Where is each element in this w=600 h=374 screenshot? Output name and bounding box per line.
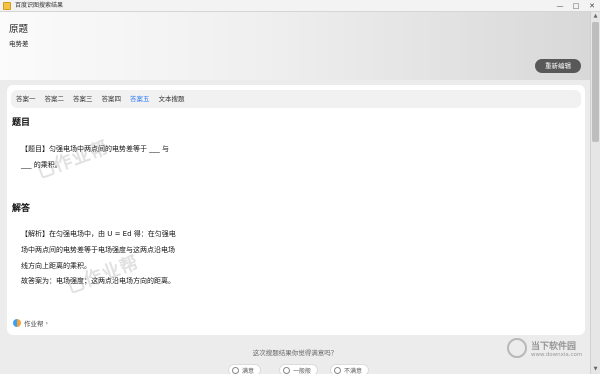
answer-line-2: 场中两点间的电势差等于电场强度与这两点沿电场 xyxy=(21,246,175,254)
answer-tabbar: 答案一 答案二 答案三 答案四 答案五 文本搜题 xyxy=(11,90,581,108)
answer-line-1: 【解析】在匀强电场中，由 U = Ed 得：在匀强电 xyxy=(21,230,176,238)
scroll-up-arrow-icon[interactable]: ▲ xyxy=(591,12,600,21)
window-titlebar: 百度识图搜索结果 — □ ✕ xyxy=(0,0,600,12)
chevron-right-icon: › xyxy=(45,319,49,327)
tab-answer-2[interactable]: 答案二 xyxy=(45,90,65,108)
sad-face-icon xyxy=(334,366,341,374)
window-controls: — □ ✕ xyxy=(552,0,600,12)
downxia-logo-icon xyxy=(507,338,527,358)
smile-face-icon xyxy=(232,366,239,374)
question-heading: 题目 xyxy=(12,118,31,128)
maximize-button[interactable]: □ xyxy=(568,0,584,12)
zuoyebang-logo-icon xyxy=(13,319,21,327)
answer-heading: 解答 xyxy=(12,204,31,214)
site-logo-cn: 当下软件园 xyxy=(531,341,577,352)
feedback-bar: 这次搜题结果你觉得满意吗？ 满意 一般般 不满意 xyxy=(0,339,590,374)
tab-answer-5[interactable]: 答案五 xyxy=(130,90,150,108)
site-watermark-logo: 当下软件园 www.downxia.com xyxy=(507,338,582,358)
watermark-logo-icon xyxy=(37,160,56,179)
app-icon xyxy=(3,1,11,10)
tab-text-search[interactable]: 文本搜题 xyxy=(159,90,185,108)
feedback-question: 这次搜题结果你觉得满意吗？ xyxy=(252,349,338,357)
watermark-bottom: 作业帮 xyxy=(65,248,142,297)
feedback-unsatisfied-button[interactable]: 不满意 xyxy=(330,364,370,374)
feedback-neutral-button[interactable]: 一般般 xyxy=(279,364,319,374)
close-button[interactable]: ✕ xyxy=(584,0,600,12)
watermark-top: 作业帮 xyxy=(35,133,112,182)
window-title: 百度识图搜索结果 xyxy=(15,1,64,9)
scroll-thumb[interactable] xyxy=(592,22,599,142)
tab-answer-3[interactable]: 答案三 xyxy=(73,90,93,108)
source-label: 作业帮 xyxy=(24,320,44,328)
header-title: 原题 xyxy=(9,24,29,35)
original-question-header: 原题 电势差 重新编辑 xyxy=(0,12,590,80)
header-query-text: 电势差 xyxy=(9,40,29,48)
vertical-scrollbar[interactable]: ▲ ▼ xyxy=(590,12,600,374)
reedit-button[interactable]: 重新编辑 xyxy=(535,59,581,73)
neutral-face-icon xyxy=(283,366,290,374)
feedback-satisfied-button[interactable]: 满意 xyxy=(228,364,262,374)
minimize-button[interactable]: — xyxy=(552,0,568,12)
tab-answer-4[interactable]: 答案四 xyxy=(102,90,122,108)
scroll-down-arrow-icon[interactable]: ▼ xyxy=(591,365,600,374)
watermark-logo-icon xyxy=(67,275,86,294)
site-logo-en: www.downxia.com xyxy=(531,351,583,358)
source-link[interactable]: 作业帮 › xyxy=(13,318,48,328)
result-panel: 答案一 答案二 答案三 答案四 答案五 文本搜题 题目 【题目】匀强电场中两点间… xyxy=(7,85,585,335)
tab-answer-1[interactable]: 答案一 xyxy=(16,90,36,108)
